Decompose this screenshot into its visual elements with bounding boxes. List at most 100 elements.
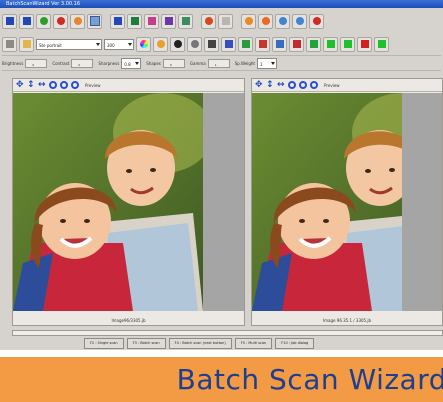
f10-job-dialog-button[interactable]: F10 : Job dialog bbox=[275, 338, 315, 349]
floppy-green-icon bbox=[130, 17, 139, 25]
black-point-icon bbox=[173, 40, 182, 48]
save-right-button[interactable] bbox=[127, 13, 142, 29]
rotate-icon bbox=[224, 40, 233, 48]
scanned-photo bbox=[252, 93, 402, 311]
f2-single-scan-button[interactable]: F2 : Single scan bbox=[84, 338, 124, 349]
film-icon bbox=[292, 40, 301, 48]
save-left-button[interactable] bbox=[110, 13, 125, 29]
adjust-label: Sharpness bbox=[98, 60, 120, 66]
preview-background bbox=[203, 93, 244, 311]
balance-button[interactable] bbox=[153, 36, 168, 52]
horizontal-scrollbar[interactable] bbox=[12, 330, 443, 336]
adjust-label: Gamma bbox=[189, 60, 206, 66]
green-square-icon bbox=[326, 40, 335, 48]
adjust-shapes: Shapes 0 bbox=[146, 58, 185, 68]
adjust-gamma: Gamma 1 bbox=[189, 58, 230, 68]
preview-toolbar: ✥ ↕ ↔ Preview bbox=[252, 79, 442, 92]
exit-icon bbox=[312, 17, 321, 25]
scanner-button[interactable] bbox=[2, 36, 17, 52]
save-purple-button[interactable] bbox=[161, 13, 176, 29]
move-icon[interactable]: ✥ bbox=[255, 81, 263, 90]
percent-button[interactable] bbox=[204, 36, 219, 52]
film-green-button[interactable] bbox=[306, 36, 321, 52]
profile-select[interactable]: Ste portrait bbox=[36, 38, 102, 50]
green-square-icon bbox=[343, 40, 352, 48]
zoom-out-icon[interactable] bbox=[299, 81, 307, 89]
exit-button[interactable] bbox=[309, 13, 324, 29]
product-banner: Batch Scan Wizard bbox=[0, 357, 443, 402]
contrast-slider[interactable]: 0 bbox=[71, 58, 94, 68]
monitor-button[interactable] bbox=[178, 13, 193, 29]
red-square-icon bbox=[360, 40, 369, 48]
preview-panel-right: ✥ ↕ ↔ Preview Image 96.35.1 / 3305.jb bbox=[251, 78, 443, 326]
floppy-purple-icon bbox=[164, 17, 173, 25]
zoom-in-icon[interactable] bbox=[49, 81, 57, 89]
zoom-fit-icon[interactable] bbox=[71, 81, 79, 89]
resolution-select[interactable]: 300 bbox=[104, 38, 134, 50]
green-tool-button[interactable] bbox=[36, 13, 51, 29]
settings-button[interactable] bbox=[275, 13, 290, 29]
banner-title: Batch Scan Wizard bbox=[176, 363, 443, 396]
preview-toolbar: ✥ ↕ ↔ Preview bbox=[13, 79, 244, 92]
adjust-brightness: Brightness 0 bbox=[2, 58, 48, 68]
query-icon bbox=[275, 40, 284, 48]
shapes-slider[interactable]: 0 bbox=[162, 58, 185, 68]
horizontal-resize-icon[interactable]: ↔ bbox=[38, 81, 46, 90]
adjust-label: Contrast bbox=[52, 60, 70, 66]
adjustment-bar: Brightness 0 Contrast 0 Sharpness 0.8 Shape… bbox=[2, 55, 441, 71]
app-window: BatchScanWizard Ver 3.00.16 Ste portrait… bbox=[0, 0, 443, 350]
sharpness-select[interactable]: 0.8 bbox=[121, 57, 142, 69]
crop-button[interactable] bbox=[255, 36, 270, 52]
green-2-button[interactable] bbox=[340, 36, 355, 52]
function-key-bar: F2 : Single scan F3 : Batch scan F4 : Ba… bbox=[84, 338, 315, 349]
sun-button[interactable] bbox=[241, 13, 256, 29]
help-button[interactable] bbox=[292, 13, 307, 29]
window-icon bbox=[89, 16, 100, 26]
green-3-button[interactable] bbox=[374, 36, 389, 52]
weight-select[interactable]: 1 bbox=[256, 57, 277, 69]
vertical-resize-icon[interactable]: ↕ bbox=[27, 81, 35, 90]
folder-icon bbox=[22, 40, 31, 48]
adjust-weight: Sp.Weight 1 bbox=[235, 57, 277, 69]
black-point-button[interactable] bbox=[170, 36, 185, 52]
window-button[interactable] bbox=[87, 13, 102, 29]
check-button[interactable] bbox=[238, 36, 253, 52]
film-red-button[interactable] bbox=[289, 36, 304, 52]
save-button[interactable] bbox=[2, 13, 17, 29]
main-toolbar bbox=[2, 12, 324, 30]
rotate-button[interactable] bbox=[221, 36, 236, 52]
wand-button[interactable] bbox=[218, 13, 233, 29]
zoom-in-icon[interactable] bbox=[288, 81, 296, 89]
gray-point-button[interactable] bbox=[187, 36, 202, 52]
horizontal-resize-icon[interactable]: ↔ bbox=[277, 81, 285, 90]
save-all-button[interactable] bbox=[19, 13, 34, 29]
red-circle-icon bbox=[56, 17, 65, 25]
preview-status: Image 96.35.1 / 3305.jb bbox=[322, 318, 372, 323]
color-wheel-button[interactable] bbox=[136, 36, 151, 52]
adjust-sharpness: Sharpness 0.8 bbox=[98, 57, 142, 69]
query-button[interactable] bbox=[272, 36, 287, 52]
red-1-button[interactable] bbox=[357, 36, 372, 52]
folder-button[interactable] bbox=[19, 36, 34, 52]
gray-point-icon bbox=[190, 40, 199, 48]
preview-label: Preview bbox=[85, 82, 101, 88]
zoom-out-icon[interactable] bbox=[60, 81, 68, 89]
save-pink-button[interactable] bbox=[144, 13, 159, 29]
preview-label: Preview bbox=[324, 82, 340, 88]
check-icon bbox=[241, 40, 250, 48]
color-button[interactable] bbox=[258, 13, 273, 29]
paint-button[interactable] bbox=[201, 13, 216, 29]
balance-icon bbox=[156, 40, 165, 48]
vertical-resize-icon[interactable]: ↕ bbox=[266, 81, 274, 90]
brightness-slider[interactable]: 0 bbox=[25, 58, 48, 68]
f3-batch-scan-button[interactable]: F3 : Batch scan bbox=[126, 338, 166, 349]
green-1-button[interactable] bbox=[323, 36, 338, 52]
crop-icon bbox=[258, 40, 267, 48]
f4-batch-scan-next-button[interactable]: F4 : Batch scan (next button) bbox=[168, 338, 232, 349]
red-tool-button[interactable] bbox=[53, 13, 68, 29]
zoom-fit-icon[interactable] bbox=[310, 81, 318, 89]
move-icon[interactable]: ✥ bbox=[16, 81, 24, 90]
orange-tool-button[interactable] bbox=[70, 13, 85, 29]
gamma-slider[interactable]: 1 bbox=[207, 58, 230, 68]
f5-multi-scan-button[interactable]: F5 : Multi scan bbox=[234, 338, 273, 349]
